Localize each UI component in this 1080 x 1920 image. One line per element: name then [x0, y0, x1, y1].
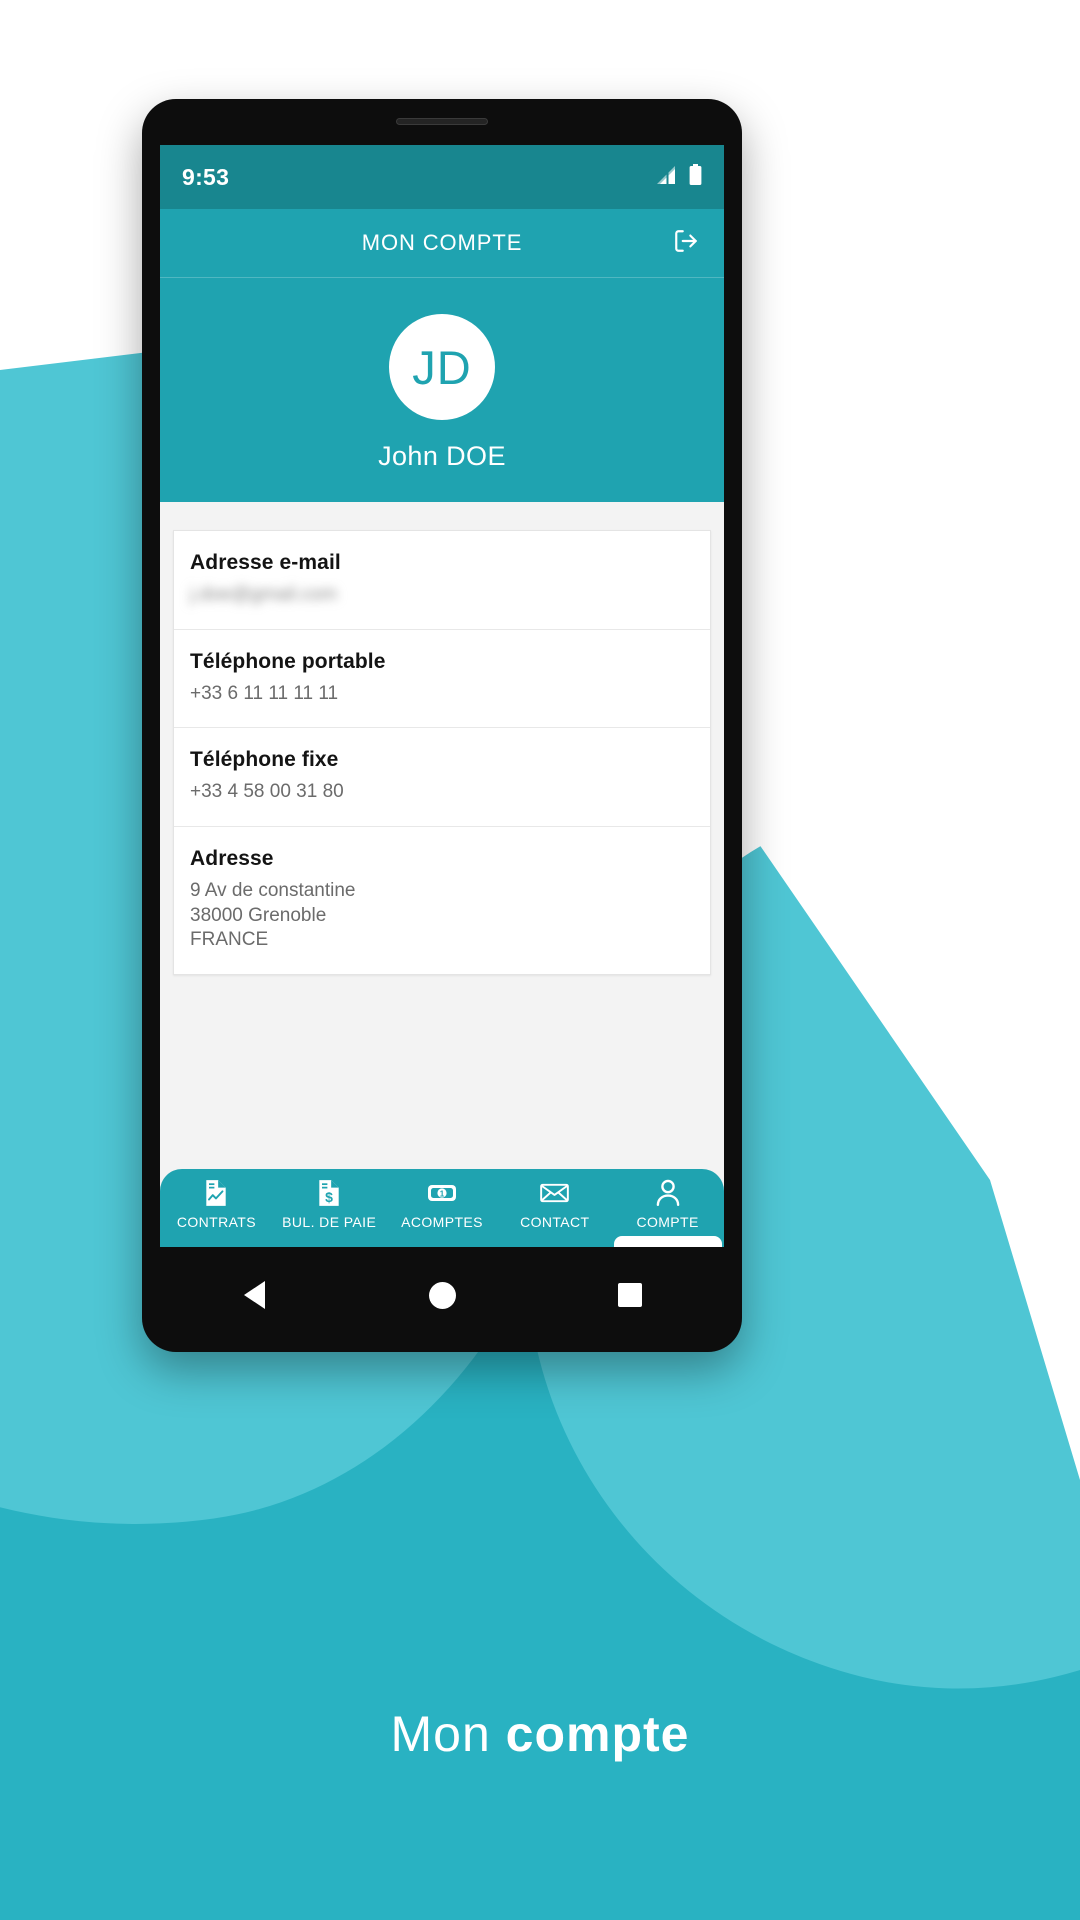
document-chart-icon	[203, 1179, 229, 1207]
nav-tab-bulletins-de-paie[interactable]: $ BUL. DE PAIE	[273, 1179, 386, 1230]
page-root: 9:53 MON COMPTE JD John DOE Adresse e-ma…	[0, 0, 1080, 1920]
phone-device-frame: 9:53 MON COMPTE JD John DOE Adresse e-ma…	[142, 99, 742, 1352]
status-bar-icons	[657, 164, 702, 190]
nav-tab-contrats[interactable]: CONTRATS	[160, 1179, 273, 1230]
status-bar: 9:53	[160, 145, 724, 209]
profile-header: JD John DOE	[160, 278, 724, 502]
home-button[interactable]	[407, 1265, 477, 1325]
svg-text:1: 1	[440, 1190, 445, 1199]
page-title: MON COMPTE	[361, 230, 523, 255]
avatar: JD	[389, 314, 495, 420]
nav-tab-contact[interactable]: CONTACT	[498, 1179, 611, 1230]
info-label: Adresse	[190, 847, 274, 871]
back-button[interactable]	[219, 1265, 289, 1325]
info-row-mobile-phone[interactable]: Téléphone portable +33 6 11 11 11 11	[174, 630, 710, 729]
earpiece-speaker	[396, 118, 488, 125]
info-row-address[interactable]: Adresse 9 Av de constantine 38000 Grenob…	[174, 827, 710, 974]
info-row-email[interactable]: Adresse e-mail j.doe@gmail.com	[174, 531, 710, 630]
android-system-nav	[160, 1252, 724, 1338]
recents-square-icon	[618, 1283, 642, 1307]
info-value: j.doe@gmail.com	[190, 584, 338, 605]
banknote-icon: 1	[427, 1179, 457, 1207]
nav-tab-label: CONTACT	[520, 1214, 590, 1230]
status-bar-clock: 9:53	[182, 163, 230, 190]
info-value-line: FRANCE	[190, 929, 269, 951]
battery-full-icon	[689, 164, 702, 190]
info-label: Téléphone portable	[190, 649, 386, 673]
nav-tab-label: COMPTE	[636, 1214, 699, 1230]
info-label: Téléphone fixe	[190, 748, 339, 772]
nav-tab-compte[interactable]: COMPTE	[611, 1179, 724, 1247]
nav-tab-label: ACOMPTES	[401, 1214, 483, 1230]
nav-tab-acomptes[interactable]: 1 ACOMPTES	[386, 1179, 499, 1230]
caption-light-text: Mon	[390, 1706, 506, 1762]
content-area: Adresse e-mail j.doe@gmail.com Téléphone…	[160, 502, 724, 1247]
info-value-line: 9 Av de constantine	[190, 880, 356, 902]
nav-tab-label: CONTRATS	[176, 1214, 256, 1230]
info-value: +33 4 58 00 31 80	[190, 781, 344, 803]
back-triangle-icon	[243, 1281, 265, 1309]
nav-tab-label: BUL. DE PAIE	[282, 1214, 377, 1230]
info-value: +33 6 11 11 11 11	[190, 682, 339, 704]
document-dollar-icon: $	[316, 1179, 342, 1207]
envelope-icon	[540, 1179, 570, 1207]
info-label: Adresse e-mail	[190, 551, 341, 574]
caption-bold-text: compte	[505, 1706, 690, 1762]
bottom-navigation-bar: CONTRATS $ BUL. DE PAIE 1 ACOMPTES CONTA…	[160, 1169, 724, 1247]
phone-screen: 9:53 MON COMPTE JD John DOE Adresse e-ma…	[160, 145, 724, 1247]
app-bar: MON COMPTE	[160, 209, 724, 278]
account-info-card: Adresse e-mail j.doe@gmail.com Téléphone…	[173, 530, 711, 976]
home-circle-icon	[428, 1281, 456, 1309]
profile-name: John DOE	[378, 441, 506, 471]
signal-bars-icon	[657, 165, 679, 189]
logout-icon	[673, 228, 699, 259]
info-row-landline-phone[interactable]: Téléphone fixe +33 4 58 00 31 80	[174, 728, 710, 828]
info-value-line: 38000 Grenoble	[190, 904, 327, 926]
recents-button[interactable]	[595, 1265, 665, 1325]
logout-button[interactable]	[664, 221, 708, 265]
caption: Mon compte	[0, 1705, 1080, 1763]
nav-active-indicator	[613, 1236, 722, 1247]
person-icon	[655, 1179, 681, 1207]
svg-text:$: $	[325, 1189, 333, 1205]
